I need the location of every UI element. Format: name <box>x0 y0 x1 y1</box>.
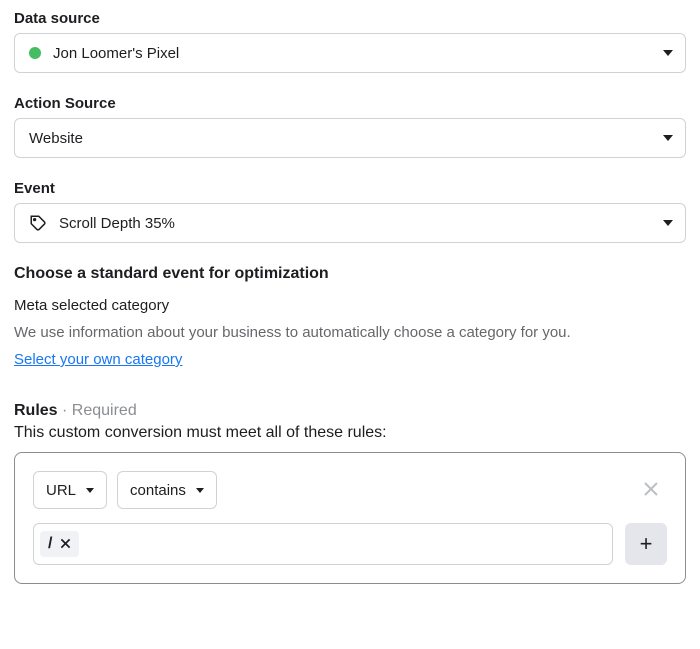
rules-required: · Required <box>58 402 137 419</box>
data-source-section: Data source Jon Loomer's Pixel <box>14 10 686 73</box>
data-source-label: Data source <box>14 10 686 27</box>
remove-token-button[interactable] <box>60 537 71 552</box>
tag-icon <box>29 214 47 232</box>
add-value-button[interactable]: + <box>625 523 667 565</box>
event-value: Scroll Depth 35% <box>59 215 663 232</box>
remove-rule-button[interactable] <box>635 475 667 505</box>
rules-box: URL contains / <box>14 452 686 584</box>
close-icon <box>643 481 659 497</box>
close-icon <box>60 538 71 549</box>
token-text: / <box>48 535 52 553</box>
action-source-dropdown[interactable]: Website <box>14 118 686 158</box>
event-label: Event <box>14 180 686 197</box>
action-source-section: Action Source Website <box>14 95 686 158</box>
action-source-label: Action Source <box>14 95 686 112</box>
rules-description: This custom conversion must meet all of … <box>14 424 686 442</box>
rule-condition-row: URL contains <box>33 471 667 509</box>
rule-field-dropdown[interactable]: URL <box>33 471 107 509</box>
chevron-down-icon <box>86 488 94 493</box>
rules-section: Rules · Required This custom conversion … <box>14 402 686 584</box>
action-source-value: Website <box>29 130 663 147</box>
optimization-heading: Choose a standard event for optimization <box>14 265 686 283</box>
rules-label: Rules <box>14 402 58 419</box>
event-dropdown[interactable]: Scroll Depth 35% <box>14 203 686 243</box>
data-source-dropdown[interactable]: Jon Loomer's Pixel <box>14 33 686 73</box>
rule-operator-dropdown[interactable]: contains <box>117 471 217 509</box>
chevron-down-icon <box>663 135 673 141</box>
event-section: Event Scroll Depth 35% <box>14 180 686 243</box>
rule-operator-value: contains <box>130 482 186 499</box>
optimization-section: Choose a standard event for optimization… <box>14 265 686 368</box>
optimization-help-text: We use information about your business t… <box>14 324 686 341</box>
status-dot-icon <box>29 47 41 59</box>
rules-header: Rules · Required <box>14 402 686 420</box>
rule-value-row: / + <box>33 523 667 565</box>
rule-value-input[interactable]: / <box>33 523 613 565</box>
data-source-value: Jon Loomer's Pixel <box>53 45 663 62</box>
value-token: / <box>40 531 79 557</box>
rule-field-value: URL <box>46 482 76 499</box>
select-category-link[interactable]: Select your own category <box>14 351 182 368</box>
chevron-down-icon <box>663 220 673 226</box>
meta-category-label: Meta selected category <box>14 297 686 314</box>
chevron-down-icon <box>663 50 673 56</box>
chevron-down-icon <box>196 488 204 493</box>
